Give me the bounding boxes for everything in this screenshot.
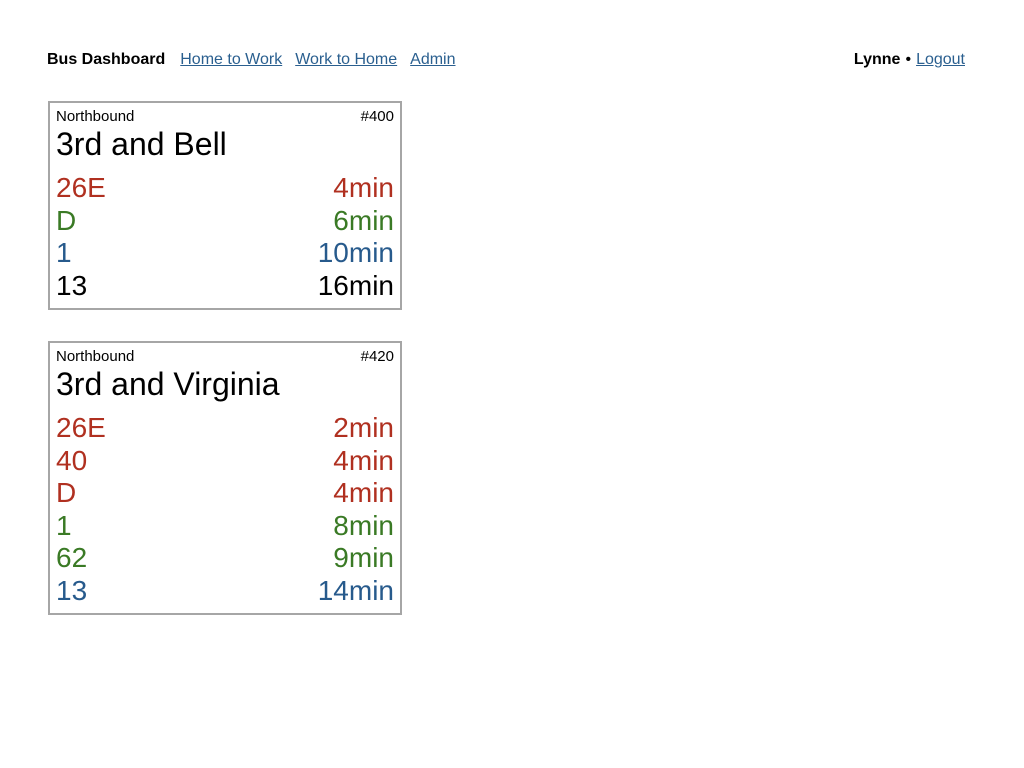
stop-name: 3rd and Bell — [56, 126, 227, 162]
nav-link-work-to-home[interactable]: Work to Home — [295, 51, 397, 69]
route-number: 26E — [56, 172, 106, 203]
arrival-row: 26E 4min — [56, 172, 394, 205]
arrival-eta: 9min — [333, 542, 394, 573]
route-number: 26E — [56, 412, 106, 443]
top-bar: Bus Dashboard Home to Work Work to Home … — [47, 48, 965, 72]
user-menu: Lynne • Logout — [854, 51, 965, 69]
route-number: 62 — [56, 542, 88, 573]
arrival-row: 1 8min — [56, 510, 394, 543]
stop-name: 3rd and Virginia — [56, 366, 280, 402]
stop-card: Northbound #420 3rd and Virginia 26E 2mi… — [48, 341, 402, 615]
arrival-eta: 8min — [333, 509, 394, 541]
main-nav: Bus Dashboard Home to Work Work to Home … — [47, 51, 469, 69]
username: Lynne — [853, 51, 901, 68]
page: Bus Dashboard Home to Work Work to Home … — [0, 0, 1024, 768]
stop-direction: Northbound — [56, 348, 135, 365]
route-number: 1 — [56, 237, 72, 268]
arrival-eta: 6min — [333, 204, 394, 236]
nav-link-admin[interactable]: Admin — [410, 51, 455, 69]
arrival-row: 26E 2min — [56, 412, 394, 445]
logout-link[interactable]: Logout — [916, 51, 965, 69]
arrival-row: 1 10min — [56, 237, 394, 270]
arrival-eta: 16min — [317, 269, 394, 301]
arrival-row: 13 14min — [56, 575, 394, 608]
route-number: 1 — [56, 509, 72, 541]
arrival-eta: 4min — [333, 477, 394, 508]
route-number: 13 — [56, 574, 88, 606]
card-header: Northbound #400 — [56, 108, 394, 126]
arrival-row: 13 16min — [56, 270, 394, 303]
stop-number: #420 — [360, 348, 394, 365]
app-title: Bus Dashboard — [47, 51, 166, 68]
nav-link-home-to-work[interactable]: Home to Work — [180, 51, 282, 69]
arrival-row: 62 9min — [56, 542, 394, 575]
route-number: 40 — [56, 444, 88, 476]
arrival-row: D 6min — [56, 205, 394, 238]
stop-card: Northbound #400 3rd and Bell 26E 4min D … — [48, 101, 402, 310]
arrival-eta: 2min — [333, 412, 394, 443]
arrival-eta: 10min — [317, 237, 394, 268]
route-number: D — [56, 477, 77, 508]
stop-number: #400 — [360, 108, 394, 125]
arrival-eta: 14min — [317, 574, 394, 606]
stop-direction: Northbound — [56, 108, 135, 125]
route-number: 13 — [56, 269, 88, 301]
separator: • — [905, 51, 912, 68]
card-header: Northbound #420 — [56, 348, 394, 366]
arrival-eta: 4min — [333, 172, 394, 203]
arrival-row: D 4min — [56, 477, 394, 510]
arrival-eta: 4min — [333, 444, 394, 476]
arrival-row: 40 4min — [56, 445, 394, 478]
route-number: D — [56, 204, 77, 236]
